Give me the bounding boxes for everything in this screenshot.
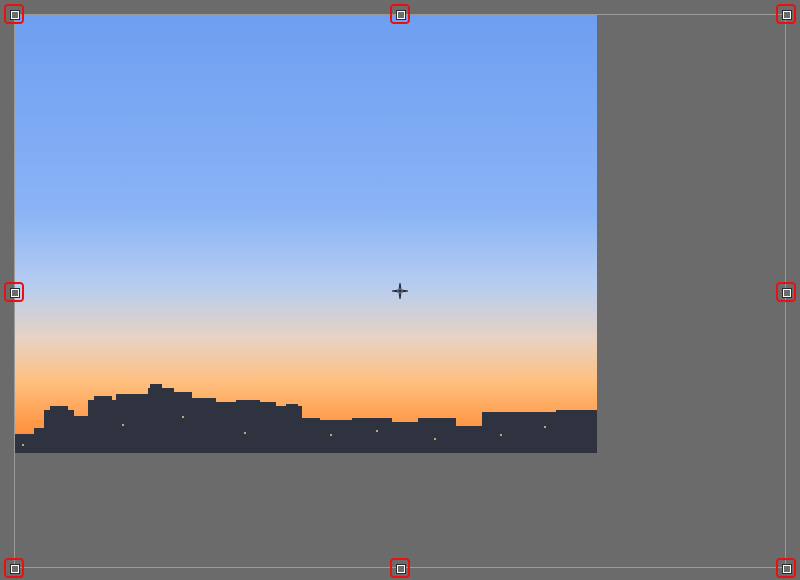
handle-middle-left[interactable] <box>4 282 24 302</box>
crosshair-pivot-icon[interactable] <box>391 282 409 300</box>
handle-top-right[interactable] <box>776 4 796 24</box>
sky <box>14 14 597 453</box>
handle-bottom-center[interactable] <box>390 558 410 578</box>
square-handle-icon <box>783 11 791 19</box>
sunset-skyline-graphic <box>14 14 597 453</box>
square-handle-icon <box>397 11 405 19</box>
square-handle-icon <box>11 11 19 19</box>
square-handle-icon <box>11 289 19 297</box>
square-handle-icon <box>397 565 405 573</box>
handle-top-left[interactable] <box>4 4 24 24</box>
handle-bottom-left[interactable] <box>4 558 24 578</box>
square-handle-icon <box>783 289 791 297</box>
square-handle-icon <box>783 565 791 573</box>
square-handle-icon <box>11 565 19 573</box>
handle-top-center[interactable] <box>390 4 410 24</box>
sunset-skyline-image[interactable] <box>14 14 597 453</box>
handle-middle-right[interactable] <box>776 282 796 302</box>
editor-canvas[interactable] <box>0 0 800 580</box>
handle-bottom-right[interactable] <box>776 558 796 578</box>
